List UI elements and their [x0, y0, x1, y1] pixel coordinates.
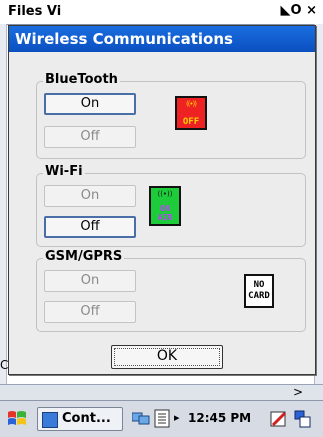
on-air-icon: ((•)) ON AIR	[149, 186, 181, 226]
bluetooth-label: BlueTooth	[43, 72, 120, 87]
wifi-label: Wi-Fi	[43, 164, 85, 179]
no-card-icon: NO CARD	[244, 274, 274, 308]
wifi-off-button[interactable]: Off	[44, 216, 136, 238]
gsm-off-button[interactable]: Off	[44, 301, 136, 323]
radio-off-icon: ((•)) OFF	[175, 96, 207, 130]
application-icon	[42, 412, 58, 428]
background-title: Files Vi	[8, 4, 62, 19]
tray-expand-icon[interactable]: ▸	[174, 411, 180, 424]
ok-button[interactable]: OK	[111, 345, 223, 369]
gsm-on-button[interactable]: On	[44, 270, 136, 292]
network-icon[interactable]	[132, 411, 150, 425]
scroll-right-icon[interactable]: >	[293, 385, 303, 399]
background-title-bar: Files Vi ◣O ×	[0, 0, 323, 25]
input-pen-icon[interactable]	[270, 409, 288, 429]
bluetooth-on-button[interactable]: On	[44, 93, 136, 115]
background-window-controls[interactable]: ◣O ×	[281, 3, 317, 18]
background-horizontal-scrollbar[interactable]: >	[0, 384, 323, 401]
bluetooth-off-button[interactable]: Off	[44, 126, 136, 148]
taskbar-task-label: Cont...	[62, 411, 111, 426]
windows-start-icon[interactable]	[6, 408, 28, 430]
windows-icon[interactable]	[294, 409, 312, 429]
battery-icon[interactable]	[154, 409, 172, 429]
wireless-communications-dialog: Wireless Communications BlueTooth On Off…	[8, 25, 316, 375]
taskbar-task-button[interactable]: Cont...	[37, 407, 123, 431]
taskbar: Cont... ▸ 12:45 PM	[0, 400, 323, 437]
background-left-panel	[0, 24, 7, 384]
system-tray: ▸ 12:45 PM	[128, 407, 318, 431]
clock[interactable]: 12:45 PM	[188, 411, 251, 425]
wifi-on-button[interactable]: On	[44, 185, 136, 207]
dialog-title: Wireless Communications	[9, 26, 315, 52]
gsm-label: GSM/GPRS	[43, 249, 125, 264]
